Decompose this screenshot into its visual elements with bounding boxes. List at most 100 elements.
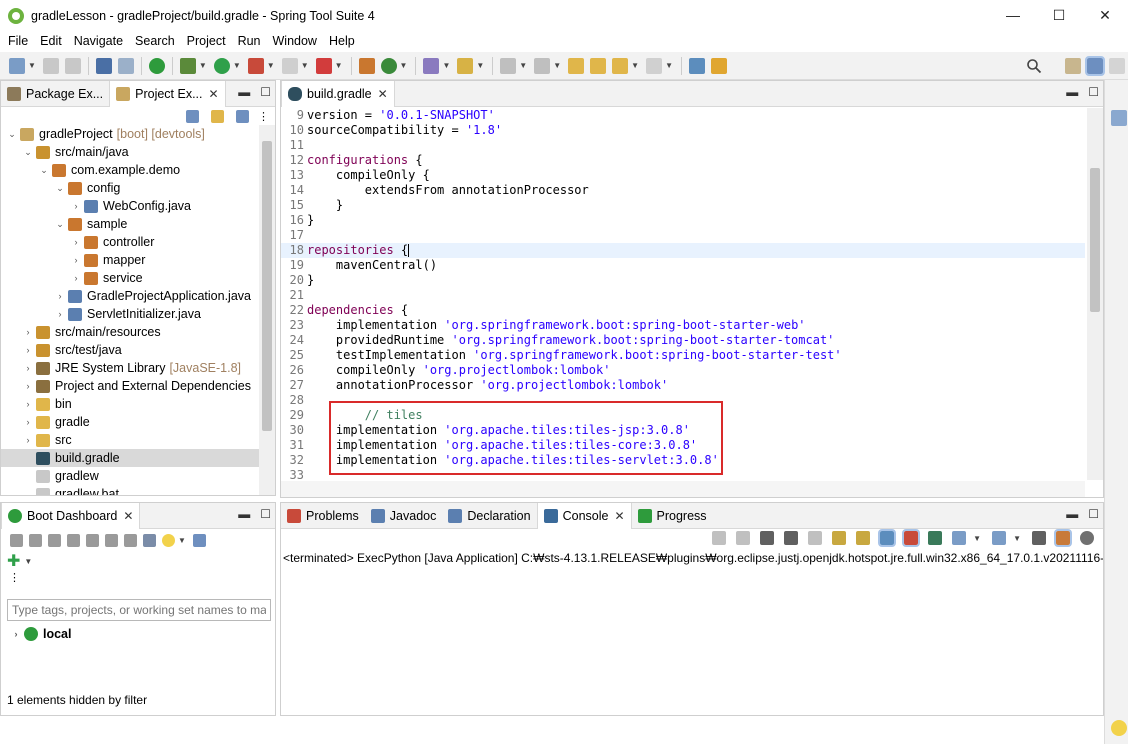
close-icon[interactable]: ✕ [123,509,133,523]
tree-item[interactable]: ⌄ config [1,179,259,197]
tree-item[interactable]: › src [1,431,259,449]
code-line[interactable]: 9 version = '0.0.1-SNAPSHOT' [281,108,1085,123]
editor-horizontal-scrollbar[interactable] [281,481,1085,497]
code-line[interactable]: 25 testImplementation 'org.springframewo… [281,348,1085,363]
tab-progress[interactable]: Progress [632,503,713,529]
new-dropdown-icon[interactable]: ▼ [28,61,36,70]
tree-item[interactable]: ⌄ gradleProject [boot] [devtools] [1,125,259,143]
start-icon[interactable] [10,533,23,547]
view-menu-icon[interactable]: ⋮ [1,571,275,591]
chevron-down-icon[interactable]: ⌄ [7,129,17,140]
tree-item[interactable]: build.gradle [1,449,259,467]
boot-dashboard-icon[interactable] [148,57,165,74]
code-line[interactable]: 17 [281,228,1085,243]
terminate-icon[interactable] [736,531,751,545]
menu-navigate[interactable]: Navigate [70,34,127,48]
forward-icon[interactable] [646,57,663,74]
chevron-right-icon[interactable]: › [23,399,33,409]
tree-item[interactable]: › JRE System Library [JavaSE-1.8] [1,359,259,377]
code-line[interactable]: 13 compileOnly { [281,168,1085,183]
link-icon[interactable] [710,57,727,74]
collapse-all-icon[interactable] [186,109,199,123]
tree-item[interactable]: › src/main/resources [1,323,259,341]
tab-console[interactable]: Console ✕ [536,502,632,529]
new-package-icon[interactable] [358,57,375,74]
last-edit-icon[interactable] [568,57,585,74]
chevron-right-icon[interactable]: › [55,291,65,301]
tree-item[interactable]: › Project and External Dependencies [1,377,259,395]
open-console-icon[interactable] [992,531,1007,545]
lightbulb-icon[interactable] [162,533,175,547]
chevron-down-icon[interactable]: ⌄ [23,147,33,158]
close-icon[interactable]: ✕ [209,87,219,101]
chevron-right-icon[interactable]: › [23,327,33,337]
tree-item[interactable]: › gradle [1,413,259,431]
boot-filter-input[interactable] [7,599,271,621]
properties-icon[interactable] [143,533,156,547]
maximize-view-icon[interactable]: ☐ [1088,85,1099,99]
show-stdout-icon[interactable] [878,529,897,547]
open-perspective-button-icon[interactable] [1065,57,1081,74]
previous-annotation-dropdown-icon[interactable]: ▼ [553,61,561,70]
pin-console-icon[interactable] [928,531,943,545]
tab-build-gradle[interactable]: build.gradle ✕ [281,80,395,107]
tab-javadoc[interactable]: Javadoc [365,503,443,529]
relaunch-icon[interactable] [315,57,332,74]
run-external-icon[interactable] [247,57,264,74]
tree-item[interactable]: ⌄ src/main/java [1,143,259,161]
code-line[interactable]: 16} [281,213,1085,228]
new-class-dropdown-icon[interactable]: ▼ [400,61,408,70]
open-browser-icon[interactable] [67,533,80,547]
code-line[interactable]: 26 compileOnly 'org.projectlombok:lombok… [281,363,1085,378]
maximize-view-icon[interactable]: ☐ [260,85,271,99]
minimize-button[interactable]: — [990,0,1036,30]
tree-item[interactable]: ⌄ com.example.demo [1,161,259,179]
code-line[interactable]: 14 extendsFrom annotationProcessor [281,183,1085,198]
relaunch-dropdown-icon[interactable]: ▼ [335,61,343,70]
tree-item[interactable]: › bin [1,395,259,413]
tree-item[interactable]: › WebConfig.java [1,197,259,215]
maximize-view-icon[interactable]: ☐ [260,507,271,521]
save-icon[interactable] [42,57,59,74]
stop-dropdown-icon[interactable]: ▼ [301,61,309,70]
close-icon[interactable]: ✕ [614,509,624,523]
tab-boot-dashboard[interactable]: Boot Dashboard ✕ [1,502,141,529]
expand-arrow-icon[interactable]: › [11,629,21,639]
search-icon[interactable] [1026,58,1042,74]
minimize-view-icon[interactable]: ▬ [238,507,250,521]
chevron-down-icon[interactable]: ⌄ [55,219,65,230]
menu-run[interactable]: Run [234,34,265,48]
code-line[interactable]: 18 repositories { [281,243,1085,258]
run-dropdown-icon[interactable]: ▼ [233,61,241,70]
chevron-right-icon[interactable]: › [71,255,81,265]
code-line[interactable]: 10 sourceCompatibility = '1.8' [281,123,1085,138]
remove-all-icon[interactable] [784,531,799,545]
menu-search[interactable]: Search [131,34,179,48]
add-dropdown-icon[interactable]: ▼ [24,557,32,566]
code-line[interactable]: 19 mavenCentral() [281,258,1085,273]
scrollbar-thumb[interactable] [262,141,272,431]
debug-icon[interactable] [29,533,42,547]
new-icon[interactable] [9,57,25,74]
last-edit-forward-icon[interactable] [590,57,607,74]
clear-console-icon[interactable] [712,531,727,545]
tab-declaration[interactable]: Declaration [442,503,536,529]
minimize-view-icon[interactable]: ▬ [238,85,250,99]
tip-lightbulb-icon[interactable] [1111,720,1127,736]
tab-package-explorer[interactable]: Package Ex... [1,81,109,107]
edit-icon[interactable] [124,533,137,547]
chevron-right-icon[interactable]: › [55,309,65,319]
tab-project-explorer[interactable]: Project Ex... ✕ [109,80,226,107]
chevron-down-icon[interactable]: ⌄ [55,183,65,194]
lightbulb-dropdown-icon[interactable]: ▼ [178,536,186,545]
skip-breakpoints-icon[interactable] [117,57,134,74]
chevron-right-icon[interactable]: › [23,345,33,355]
maximize-button[interactable]: ☐ [1036,0,1082,30]
tree-item[interactable]: › mapper [1,251,259,269]
code-line[interactable]: 15 } [281,198,1085,213]
copy-icon[interactable] [1032,531,1046,545]
open-console-icon[interactable] [86,533,99,547]
close-button[interactable]: ✕ [1082,0,1128,30]
debug-icon[interactable] [179,57,196,74]
add-icon[interactable]: ✚ [7,551,20,571]
